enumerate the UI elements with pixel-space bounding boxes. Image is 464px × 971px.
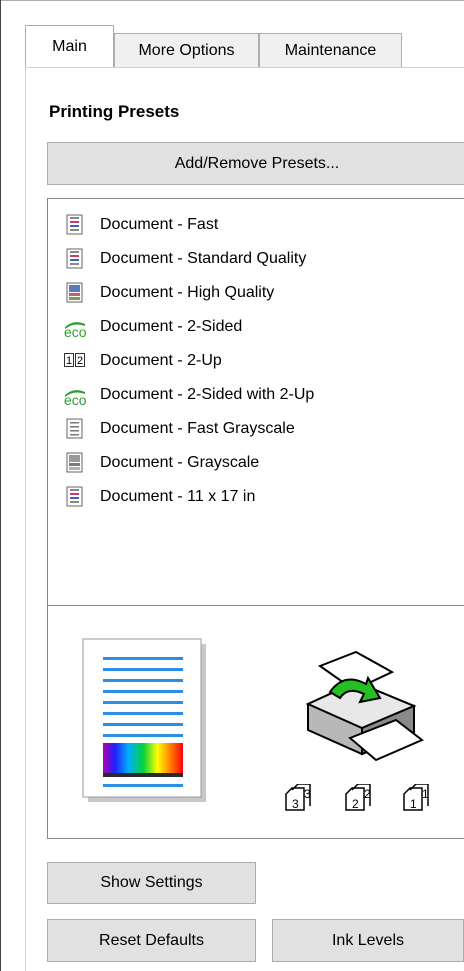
collate-stack-3-icon: 3 3 [280, 784, 318, 818]
document-icon [64, 248, 86, 270]
list-item[interactable]: eco Document - 2-Sided [64, 312, 242, 342]
tab-maintenance-label: Maintenance [284, 41, 377, 59]
ink-levels-button[interactable]: Ink Levels [272, 919, 464, 962]
preset-label: Document - 2-Up [100, 352, 222, 369]
list-item[interactable]: Document - Grayscale [64, 448, 259, 478]
ink-levels-label: Ink Levels [331, 931, 405, 949]
reset-defaults-label: Reset Defaults [99, 931, 204, 949]
document-icon [64, 214, 86, 236]
tab-more-options[interactable]: More Options [114, 33, 259, 67]
preset-label: Document - 2-Sided [100, 318, 243, 335]
eco-icon: eco [64, 316, 87, 340]
printer-illustration-icon [296, 642, 426, 770]
eco-icon: eco [64, 384, 87, 408]
preset-label: Document - Fast [100, 216, 219, 233]
document-icon [64, 486, 86, 508]
list-item[interactable]: Document - Fast Grayscale [64, 414, 295, 444]
panel-left-border [25, 67, 26, 971]
preset-label: Document - Standard Quality [100, 250, 307, 267]
preset-label: Document - Fast Grayscale [100, 420, 295, 437]
page-preview-thumbnail [82, 638, 208, 804]
add-remove-presets-button[interactable]: Add/Remove Presets... [47, 142, 464, 185]
collate-page-number: 3 [292, 797, 299, 811]
tab-main[interactable]: Main [25, 25, 114, 67]
window-left-edge [0, 0, 1, 971]
print-preview-panel: 3 3 2 2 1 1 [47, 605, 464, 839]
eco-icon-text: eco [64, 324, 87, 340]
list-item[interactable]: Document - Standard Quality [64, 244, 306, 274]
two-up-digit-2: 2 [75, 353, 85, 367]
tab-more-options-label: More Options [138, 41, 235, 59]
add-remove-presets-label: Add/Remove Presets... [174, 154, 340, 172]
tab-maintenance[interactable]: Maintenance [259, 33, 402, 67]
show-settings-label: Show Settings [100, 874, 203, 891]
preset-label: Document - Grayscale [100, 454, 260, 471]
collate-stack-2-icon: 2 2 [340, 784, 378, 818]
collate-page-number: 1 [422, 787, 429, 801]
document-gray-icon [64, 418, 86, 440]
preset-label: Document - 11 x 17 in [100, 488, 256, 505]
collate-page-number: 1 [410, 797, 417, 811]
list-item[interactable]: 1 2 Document - 2-Up [64, 346, 222, 376]
collate-stack-1-icon: 1 1 [398, 784, 436, 818]
two-up-digit-1: 1 [64, 353, 74, 367]
tab-main-label: Main [52, 37, 87, 55]
show-settings-button[interactable]: Show Settings [47, 862, 256, 904]
document-photo-icon [64, 282, 86, 304]
document-gray-icon [64, 452, 86, 474]
list-item[interactable]: Document - Fast [64, 210, 218, 240]
presets-list[interactable]: Document - Fast Document - Standard Qual… [47, 198, 464, 606]
list-item[interactable]: eco Document - 2-Sided with 2-Up [64, 380, 314, 410]
preset-label: Document - High Quality [100, 284, 275, 301]
preset-label: Document - 2-Sided with 2-Up [100, 386, 315, 403]
reset-defaults-button[interactable]: Reset Defaults [47, 919, 256, 962]
window-top-edge [0, 0, 464, 1]
two-up-icon: 1 2 [64, 350, 86, 372]
tab-strip-baseline [25, 67, 464, 68]
collate-page-number: 3 [304, 787, 311, 801]
printing-presets-title: Printing Presets [49, 102, 180, 121]
list-item[interactable]: Document - High Quality [64, 278, 274, 308]
collate-page-number: 2 [364, 787, 371, 801]
list-item[interactable]: Document - 11 x 17 in [64, 482, 255, 512]
eco-icon-text: eco [64, 392, 87, 408]
collate-page-number: 2 [352, 797, 359, 811]
